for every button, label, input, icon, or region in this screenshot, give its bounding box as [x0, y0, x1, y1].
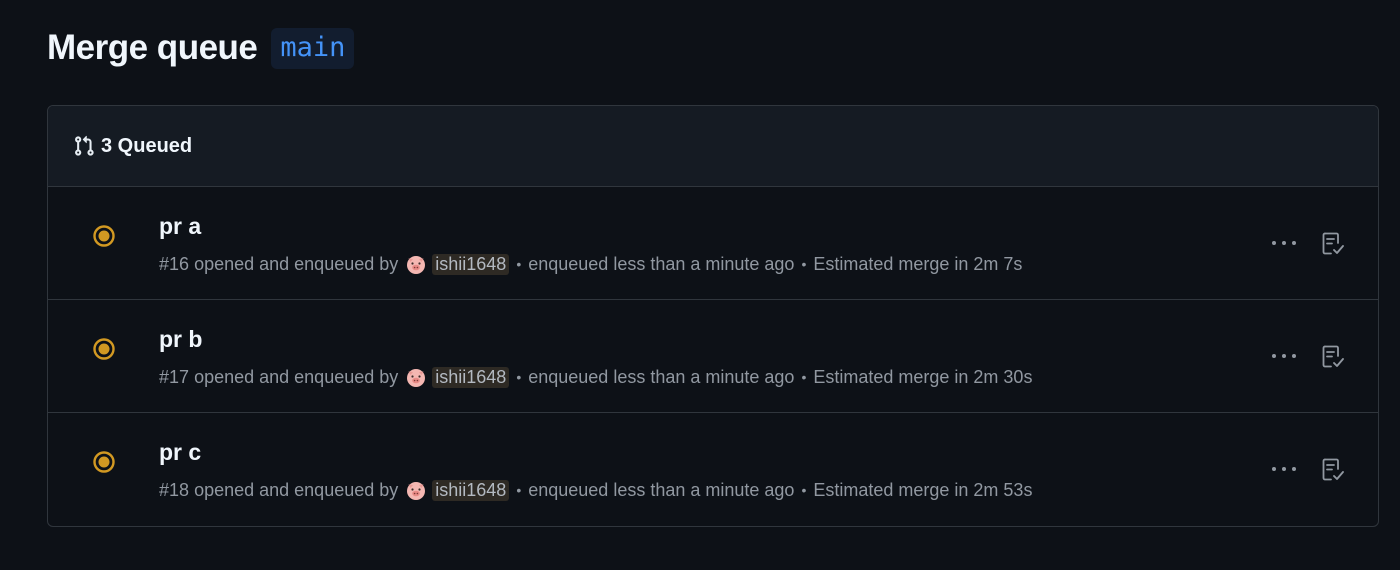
pending-dot-icon	[92, 224, 116, 248]
kebab-horizontal-icon[interactable]	[1270, 229, 1298, 257]
checklist-icon[interactable]	[1320, 231, 1346, 257]
queue-box: 3 Queued pr a #16 opened and enqueued by	[47, 105, 1379, 527]
pig-avatar-icon[interactable]	[405, 479, 427, 501]
separator: •	[516, 482, 522, 498]
pending-dot-icon	[92, 450, 116, 474]
kebab-horizontal-icon[interactable]	[1270, 455, 1298, 483]
kebab-horizontal-icon[interactable]	[1270, 342, 1298, 370]
pr-title-link[interactable]: pr a	[159, 213, 201, 240]
separator: •	[801, 369, 807, 385]
separator: •	[516, 369, 522, 385]
pr-action-text: opened and enqueued by	[194, 253, 399, 274]
pr-number-link[interactable]: #17	[159, 367, 189, 388]
pr-action-text: opened and enqueued by	[194, 366, 399, 387]
merge-estimate: Estimated merge in 2m 53s	[813, 479, 1033, 500]
pr-meta: #16 opened and enqueued by ishii1648 • e…	[159, 253, 1022, 275]
enqueued-time: enqueued less than a minute ago	[528, 366, 795, 387]
git-pull-request-icon	[73, 135, 95, 157]
pr-title-link[interactable]: pr b	[159, 326, 202, 353]
checklist-icon[interactable]	[1320, 344, 1346, 370]
queue-header: 3 Queued	[48, 106, 1378, 187]
username-link[interactable]: ishii1648	[432, 366, 510, 388]
username-link[interactable]: ishii1648	[432, 253, 510, 275]
queue-item: pr c #18 opened and enqueued by ishii164…	[48, 413, 1378, 526]
queue-item: pr a #16 opened and enqueued by ishii164…	[48, 187, 1378, 300]
merge-queue-page: Merge queue main 3 Queued pr a #16 opene…	[0, 0, 1400, 570]
page-title: Merge queue	[47, 28, 258, 67]
enqueued-time: enqueued less than a minute ago	[528, 479, 795, 500]
pr-meta: #18 opened and enqueued by ishii1648 • e…	[159, 479, 1032, 501]
pending-dot-icon	[92, 337, 116, 361]
merge-estimate: Estimated merge in 2m 30s	[813, 366, 1033, 387]
branch-badge[interactable]: main	[271, 27, 355, 69]
queue-count: 3 Queued	[101, 134, 193, 157]
pr-meta: #17 opened and enqueued by ishii1648 • e…	[159, 366, 1032, 388]
username-link[interactable]: ishii1648	[432, 479, 510, 501]
separator: •	[801, 256, 807, 272]
separator: •	[801, 482, 807, 498]
pig-avatar-icon[interactable]	[405, 253, 427, 275]
pr-number-link[interactable]: #18	[159, 480, 189, 501]
checklist-icon[interactable]	[1320, 457, 1346, 483]
title-row: Merge queue main	[47, 26, 355, 70]
queue-item: pr b #17 opened and enqueued by ishii164…	[48, 300, 1378, 413]
separator: •	[516, 256, 522, 272]
merge-estimate: Estimated merge in 2m 7s	[813, 253, 1023, 274]
pr-action-text: opened and enqueued by	[194, 479, 399, 500]
enqueued-time: enqueued less than a minute ago	[528, 253, 795, 274]
pig-avatar-icon[interactable]	[405, 366, 427, 388]
pr-number-link[interactable]: #16	[159, 254, 189, 275]
pr-title-link[interactable]: pr c	[159, 439, 201, 466]
